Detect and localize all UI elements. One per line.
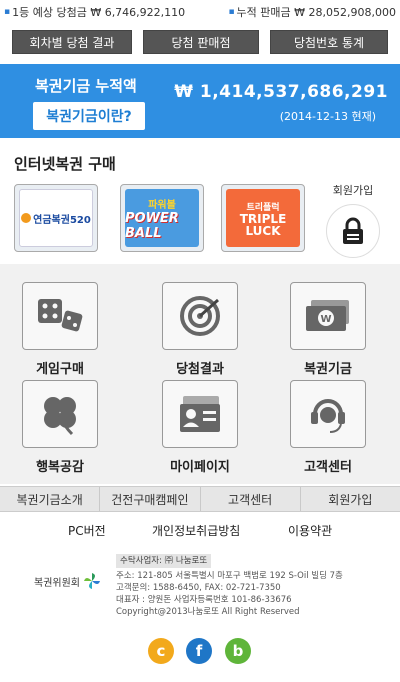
bullet-icon: ▪ — [4, 7, 11, 17]
clover-icon — [22, 380, 98, 448]
ceo-text: 대표자 : 양원돈 사업자등록번호 101-86-33676 — [116, 595, 292, 605]
menu-game-purchase[interactable]: 게임구매 — [5, 282, 115, 377]
nav-fund-intro[interactable]: 복권기금소개 — [0, 487, 101, 511]
nav-healthy-campaign[interactable]: 건전구매캠페인 — [100, 487, 201, 511]
menu-customer-center[interactable]: 고객센터 — [273, 380, 383, 475]
winning-stores-button[interactable]: 당첨 판매점 — [143, 30, 259, 54]
menu-grid: 게임구매 당첨결과 W 복권기금 행복공감 마이페이지 고객센터 — [0, 264, 400, 484]
pension-logo-icon — [21, 213, 32, 223]
number-stats-button[interactable]: 당첨번호 통계 — [270, 30, 388, 54]
powerball-top-text: 파워볼 — [148, 199, 176, 211]
fund-info-button[interactable]: 복권기금이란? — [33, 102, 145, 130]
bottom-nav: 복권기금소개 건전구매캠페인 고객센터 회원가입 — [0, 486, 400, 512]
pension-lottery-logo: 연금복권520 — [19, 189, 93, 247]
menu-happy-share[interactable]: 행복공감 — [5, 380, 115, 475]
org-logo: 복권위원회 — [34, 572, 101, 590]
menu-lottery-fund[interactable]: W 복권기금 — [273, 282, 383, 377]
c-social-icon[interactable]: c — [148, 638, 174, 664]
menu-label: 당첨결과 — [176, 362, 224, 377]
join-member[interactable]: 회원가입 — [315, 182, 391, 258]
pinwheel-icon — [84, 573, 100, 589]
fund-banner: 복권기금 누적액 복권기금이란? ₩ 1,414,537,686,291 (20… — [0, 64, 400, 138]
fund-title: 복권기금 누적액 — [35, 77, 137, 95]
id-card-icon — [162, 380, 238, 448]
first-prize-ticker: ▪ 1등 예상 당첨금 ₩ 6,746,922,110 — [4, 4, 185, 20]
pc-version-link[interactable]: PC버전 — [68, 522, 106, 539]
menu-label: 마이페이지 — [170, 460, 230, 475]
menu-draw-results[interactable]: 당첨결과 — [145, 282, 255, 377]
nav-customer-center[interactable]: 고객센터 — [201, 487, 301, 511]
menu-label: 행복공감 — [36, 460, 84, 475]
target-icon — [162, 282, 238, 350]
triple-luck-top-text: 트리플럭 — [246, 202, 280, 213]
fund-date: (2014-12-13 현재) — [279, 110, 376, 123]
fund-amount: ₩ 1,414,537,686,291 — [174, 82, 388, 102]
ticker-bar: ▪ 1등 예상 당첨금 ₩ 6,746,922,110 ▪ 누적 판매금 ₩ 2… — [0, 0, 400, 24]
bullet-icon: ▪ — [228, 7, 235, 17]
lock-icon[interactable] — [326, 204, 380, 258]
powerball-logo: 파워볼 POWER BALL — [125, 189, 199, 247]
footer-links: PC버전 개인정보취급방침 이용약관 — [0, 522, 400, 542]
terms-link[interactable]: 이용약관 — [288, 522, 332, 539]
headset-icon — [290, 380, 366, 448]
pension-lottery-tile[interactable]: 연금복권520 — [14, 184, 98, 252]
first-prize-text: 1등 예상 당첨금 ₩ 6,746,922,110 — [12, 6, 186, 19]
org-name: 복권위원회 — [34, 577, 80, 589]
triple-luck-logo: 트리플럭 TRIPLE LUCK — [226, 189, 300, 247]
powerball-tile[interactable]: 파워볼 POWER BALL — [120, 184, 204, 252]
nav-join[interactable]: 회원가입 — [301, 487, 400, 511]
contact-text: 고객문의: 1588-6450, FAX: 02-721-7350 — [116, 583, 281, 593]
menu-label: 게임구매 — [36, 362, 84, 377]
address-text: 주소: 121-805 서울특별시 마포구 백범로 192 S-Oil 빌딩 7… — [116, 571, 343, 581]
social-links: c f b — [0, 638, 400, 668]
triple-luck-tile[interactable]: 트리플럭 TRIPLE LUCK — [221, 184, 305, 252]
app-root: ▪ 1등 예상 당첨금 ₩ 6,746,922,110 ▪ 누적 판매금 ₩ 2… — [0, 0, 400, 682]
privacy-policy-link[interactable]: 개인정보취급방침 — [152, 522, 240, 539]
dice-icon — [22, 282, 98, 350]
svg-text:W: W — [320, 314, 331, 325]
total-sales-ticker: ▪ 누적 판매금 ₩ 28,052,908,000 — [228, 4, 396, 20]
triple-luck-main-text: TRIPLE LUCK — [239, 211, 287, 238]
menu-my-page[interactable]: 마이페이지 — [145, 380, 255, 475]
money-icon: W — [290, 282, 366, 350]
footer-info: 수탁사업자: ㈜ 나눔로또 주소: 121-805 서울특별시 마포구 백범로 … — [116, 554, 343, 618]
purchase-title: 인터넷복권 구매 — [14, 155, 116, 173]
copyright-text: Copyright@2013나눔로또 All Right Reserved — [116, 607, 300, 617]
facebook-icon[interactable]: f — [186, 638, 212, 664]
total-sales-text: 누적 판매금 ₩ 28,052,908,000 — [236, 6, 396, 19]
join-label: 회원가입 — [332, 184, 374, 197]
trustee-badge: 수탁사업자: ㈜ 나눔로또 — [116, 554, 212, 568]
menu-label: 고객센터 — [304, 460, 352, 475]
purchase-section: 인터넷복권 구매 연금복권520 파워볼 POWER BALL 트리플럭 TRI… — [0, 138, 400, 264]
menu-label: 복권기금 — [304, 362, 352, 377]
footer: 복권위원회 수탁사업자: ㈜ 나눔로또 주소: 121-805 서울특별시 마포… — [0, 554, 400, 629]
powerball-main-text: POWER BALL — [125, 210, 179, 241]
blog-icon[interactable]: b — [225, 638, 251, 664]
top-buttons: 회차별 당첨 결과 당첨 판매점 당첨번호 통계 — [0, 30, 400, 56]
draw-results-button[interactable]: 회차별 당첨 결과 — [12, 30, 132, 54]
pension-logo-text: 연금복권520 — [33, 214, 91, 226]
